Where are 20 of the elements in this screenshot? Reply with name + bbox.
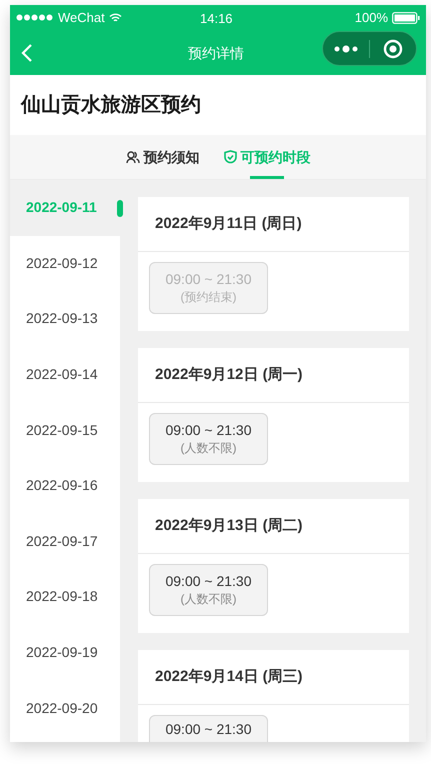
people-icon xyxy=(126,150,140,164)
signal-icon xyxy=(16,14,54,21)
venue-title: 仙山贡水旅游区预约 xyxy=(21,93,201,118)
record-icon xyxy=(383,38,403,58)
day-title: 2022年9月14日 (周三) xyxy=(155,666,303,687)
time-slot-button[interactable]: 09:00 ~ 21:30 (人数不限) xyxy=(149,413,268,465)
battery-icon xyxy=(392,12,420,24)
more-icon xyxy=(334,44,358,52)
wifi-icon xyxy=(108,12,122,22)
time-slot-button[interactable]: 09:00 ~ 21:30 (人数不限) xyxy=(149,564,268,616)
page-title: 预约详情 xyxy=(188,44,244,63)
battery-percent: 100% xyxy=(354,8,388,27)
time-slot-button[interactable]: 09:00 ~ 21:30 xyxy=(149,715,268,742)
clock-time: 14:16 xyxy=(200,10,233,28)
day-title: 2022年9月11日 (周日) xyxy=(155,214,302,234)
carrier-name: WeChat xyxy=(58,8,105,27)
tab[interactable]: 预约须知 xyxy=(126,135,200,179)
day-title: 2022年9月12日 (周一) xyxy=(155,364,303,385)
day-title: 2022年9月13日 (周二) xyxy=(155,516,303,536)
shield-check-icon xyxy=(224,150,236,164)
